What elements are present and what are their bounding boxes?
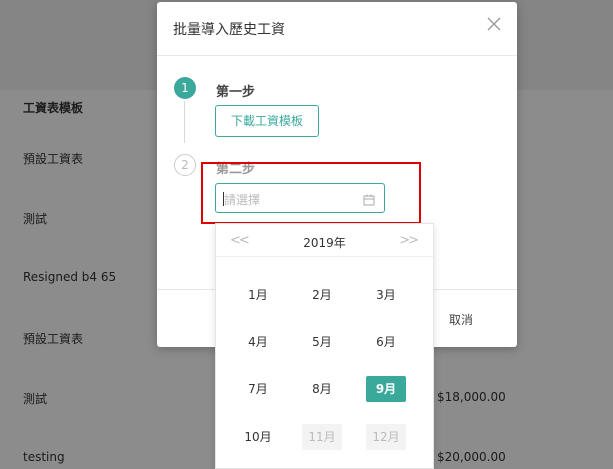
step-2-indicator: 2 <box>174 154 196 176</box>
month-picker: << 2019年 >> 1月 2月 3月 4月 5月 6月 7月 8月 9月 10月 11月 12月 <box>215 223 434 469</box>
month-cell[interactable]: 1月 <box>238 282 278 308</box>
month-cell[interactable]: 8月 <box>302 376 342 402</box>
month-cell[interactable]: 9月 <box>366 376 406 402</box>
cancel-button[interactable]: 取消 <box>449 311 473 328</box>
month-cell: 12月 <box>366 424 406 450</box>
month-cell[interactable]: 6月 <box>366 329 406 355</box>
month-cell[interactable]: 10月 <box>238 424 278 450</box>
month-picker-header: << 2019年 >> <box>216 224 433 257</box>
close-icon[interactable] <box>486 16 502 32</box>
step-1-indicator: 1 <box>174 77 196 99</box>
highlight-annotation <box>201 162 421 224</box>
month-cell: 11月 <box>302 424 342 450</box>
month-cell[interactable]: 3月 <box>366 282 406 308</box>
month-cell[interactable]: 7月 <box>238 376 278 402</box>
modal-title: 批量導入歷史工資 <box>173 22 285 38</box>
month-cell[interactable]: 2月 <box>302 282 342 308</box>
modal-header: 批量導入歷史工資 <box>157 2 517 56</box>
month-cell[interactable]: 5月 <box>302 329 342 355</box>
step-connector <box>184 101 185 143</box>
download-template-button[interactable]: 下載工資模板 <box>215 105 319 137</box>
next-year-button[interactable]: >> <box>399 233 419 248</box>
month-cell[interactable]: 4月 <box>238 329 278 355</box>
step-1-title: 第一步 <box>216 85 256 100</box>
